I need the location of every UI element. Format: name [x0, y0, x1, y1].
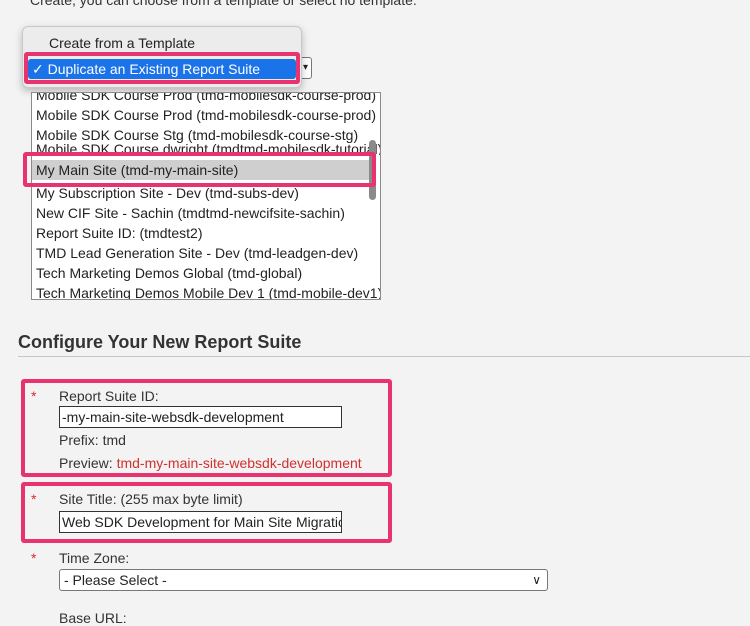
menu-option-create-from-template[interactable]: Create from a Template [49, 35, 195, 51]
intro-text: Create, you can choose from a template o… [30, 0, 417, 8]
list-item[interactable]: Report Suite ID: (tmdtest2) [36, 223, 203, 243]
section-divider [18, 356, 750, 357]
list-item[interactable]: Tech Marketing Demos Mobile Dev 1 (tmd-m… [36, 283, 380, 299]
report-suite-listbox[interactable]: Mobile SDK Course Prod (tmd-mobilesdk-co… [31, 92, 381, 300]
time-zone-label: Time Zone: [59, 550, 130, 566]
required-marker: * [31, 550, 37, 566]
chevron-down-icon: ∨ [532, 573, 541, 587]
list-item[interactable]: TMD Lead Generation Site - Dev (tmd-lead… [36, 243, 358, 263]
time-zone-select[interactable]: - Please Select - ∨ [59, 569, 548, 591]
base-url-label: Base URL: [59, 610, 127, 626]
highlight-annotation [23, 152, 376, 187]
section-title: Configure Your New Report Suite [18, 332, 302, 352]
list-item[interactable]: Mobile SDK Course Stg (tmd-mobilesdk-cou… [36, 125, 358, 145]
list-item[interactable]: Mobile SDK Course Prod (tmd-mobilesdk-co… [36, 93, 376, 105]
list-item[interactable]: New CIF Site - Sachin (tmdtmd-newcifsite… [36, 203, 345, 223]
highlight-annotation [24, 52, 300, 84]
time-zone-selected: - Please Select - [64, 572, 167, 588]
list-item[interactable]: Tech Marketing Demos Global (tmd-global) [36, 263, 302, 283]
list-item[interactable]: Mobile SDK Course Prod (tmd-mobilesdk-co… [36, 105, 376, 125]
highlight-annotation [21, 379, 392, 477]
chevron-down-icon: ▾ [302, 62, 309, 73]
highlight-annotation [21, 482, 392, 543]
